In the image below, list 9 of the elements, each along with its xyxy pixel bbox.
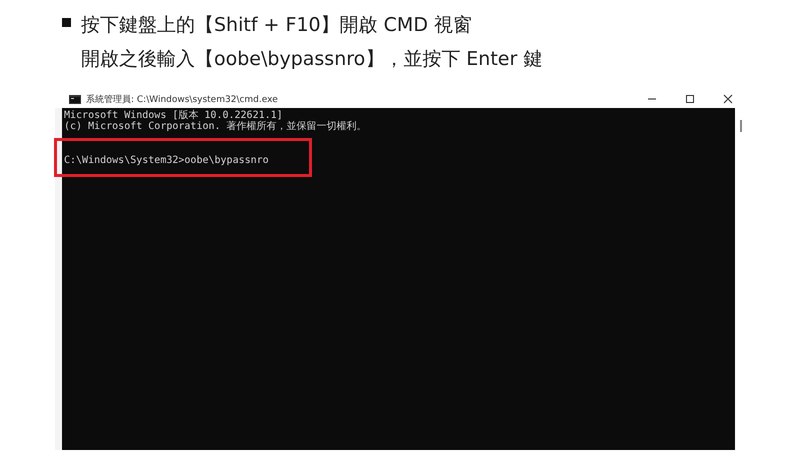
bullet-icon xyxy=(62,18,71,27)
instruction-text: 開啟之後輸入【oobe\bypassnro】，並按下 Enter 鍵 xyxy=(81,47,542,72)
console-line: Microsoft Windows [版本 10.0.22621.1] xyxy=(64,110,283,121)
console-line: C:\Windows\System32>oobe\bypassnro xyxy=(64,155,269,166)
window-title: 系統管理員: C:\Windows\system32\cmd.exe xyxy=(86,94,278,106)
scrollbar-thumb[interactable] xyxy=(740,120,742,132)
instruction-text: 按下鍵盤上的【Shitf + F10】開啟 CMD 視窗 xyxy=(81,13,473,38)
terminal-icon xyxy=(69,94,81,104)
console-line: (c) Microsoft Corporation. 著作權所有，並保留一切權利。 xyxy=(64,121,367,132)
